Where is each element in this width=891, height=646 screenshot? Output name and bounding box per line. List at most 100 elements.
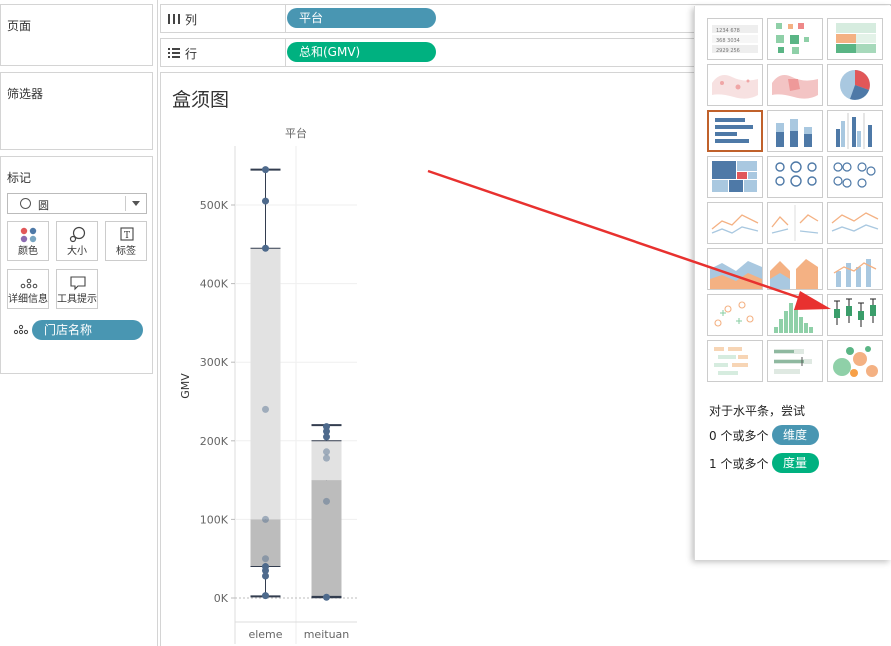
show-me-treemap[interactable] xyxy=(707,156,763,198)
rows-icon xyxy=(168,48,180,58)
text-table-icon: 1234 678 368 3034 2929 256 xyxy=(712,25,758,54)
highlight-table-icon xyxy=(836,23,876,53)
left-panel-divider xyxy=(157,0,158,646)
show-me-gantt-chart[interactable] xyxy=(707,340,763,382)
detail-button-label: 详细信息 xyxy=(8,294,48,305)
box-plot-chart: 平台 GMV 0K 100K 200K 300K 400K 500K eleme meitu… xyxy=(179,126,357,644)
size-button-label: 大小 xyxy=(67,246,87,257)
data-point xyxy=(262,405,269,413)
stacked-bars-icon xyxy=(776,119,812,147)
columns-icon xyxy=(168,14,180,24)
shelf-divider xyxy=(285,39,286,66)
show-me-pie-chart[interactable] xyxy=(827,64,883,106)
filters-title: 筛选器 xyxy=(7,87,44,101)
show-me-circle-views[interactable] xyxy=(767,156,823,198)
show-me-side-by-side-circles[interactable] xyxy=(827,156,883,198)
dual-combination-icon xyxy=(833,259,877,287)
show-me-heat-map[interactable] xyxy=(767,18,823,60)
show-me-horizontal-bars[interactable] xyxy=(707,110,763,152)
dropdown-divider xyxy=(125,196,126,211)
tooltip-button-label: 工具提示 xyxy=(57,294,97,305)
data-point xyxy=(323,497,330,505)
mark-type-label: 圆 xyxy=(38,199,49,212)
circle-icon xyxy=(20,198,31,209)
y-tick-label: 300K xyxy=(200,356,229,369)
show-me-panel: 1234 678 368 3034 2929 256 对于水平条，尝试 0 个或多个… xyxy=(694,6,891,560)
show-me-histogram[interactable] xyxy=(767,294,823,336)
show-me-symbol-map[interactable] xyxy=(707,64,763,106)
data-point xyxy=(262,555,269,563)
columns-pill-platform[interactable]: 平台 xyxy=(287,8,436,28)
show-me-filled-map[interactable] xyxy=(767,64,823,106)
side-by-side-bars-icon xyxy=(836,113,872,149)
gantt-chart-icon xyxy=(714,347,748,375)
treemap-icon xyxy=(712,161,757,192)
symbol-map-icon xyxy=(712,75,758,99)
show-me-dual-lines[interactable] xyxy=(827,202,883,244)
y-tick-label: 200K xyxy=(200,435,229,448)
lines-discrete-icon xyxy=(771,205,819,241)
data-point xyxy=(323,448,330,456)
lines-continuous-icon xyxy=(711,214,759,234)
column-header: 平台 xyxy=(285,126,307,140)
show-me-stacked-bars[interactable] xyxy=(767,110,823,152)
show-me-lines-continuous[interactable] xyxy=(707,202,763,244)
svg-text:368 3034: 368 3034 xyxy=(716,38,740,44)
chevron-down-icon xyxy=(132,201,140,206)
detail-button[interactable]: 详细信息 xyxy=(7,269,49,309)
show-me-area-continuous[interactable] xyxy=(707,248,763,290)
show-me-area-discrete[interactable] xyxy=(767,248,823,290)
dimension-hint-prefix: 0 个或多个 xyxy=(709,429,769,443)
dual-lines-icon xyxy=(831,212,879,232)
label-button-label: 标签 xyxy=(116,246,136,257)
size-button[interactable]: 大小 xyxy=(56,221,98,261)
pages-card[interactable]: 页面 xyxy=(0,4,153,66)
scatter-plot-icon xyxy=(714,301,754,327)
histogram-icon xyxy=(774,303,813,333)
show-me-box-and-whisker[interactable] xyxy=(827,294,883,336)
data-point xyxy=(323,593,330,601)
show-me-lines-discrete[interactable] xyxy=(767,202,823,244)
x-tick-label: eleme xyxy=(248,628,282,641)
filters-card[interactable]: 筛选器 xyxy=(0,72,153,150)
pages-title: 页面 xyxy=(7,19,32,33)
heat-map-icon xyxy=(776,23,809,54)
filled-map-icon xyxy=(772,75,818,99)
box-lower-half xyxy=(311,480,342,597)
data-point xyxy=(262,166,269,174)
detail-field-pill[interactable]: 门店名称 xyxy=(32,320,143,340)
show-me-dual-combination[interactable] xyxy=(827,248,883,290)
show-me-bullet-graph[interactable] xyxy=(767,340,823,382)
view-title: 盒须图 xyxy=(172,89,230,111)
label-button[interactable]: T 标签 xyxy=(105,221,147,261)
data-point xyxy=(323,454,330,462)
tooltip-button[interactable]: 工具提示 xyxy=(56,269,98,309)
horizontal-bars-icon xyxy=(715,118,753,143)
box-upper-half xyxy=(250,248,281,520)
color-button[interactable]: 颜色 xyxy=(7,221,49,261)
y-axis: 0K 100K 200K 300K 400K 500K xyxy=(200,146,236,644)
show-me-side-by-side-bars[interactable] xyxy=(827,110,883,152)
dimension-pill: 维度 xyxy=(772,425,819,445)
bullet-graph-icon xyxy=(774,349,812,374)
box-and-whisker-icon xyxy=(834,298,876,327)
circle-views-icon xyxy=(775,161,817,187)
y-axis-label: GMV xyxy=(179,373,192,399)
area-continuous-icon xyxy=(710,261,762,289)
data-point xyxy=(262,515,269,523)
packed-bubbles-icon xyxy=(833,346,878,377)
measure-hint-prefix: 1 个或多个 xyxy=(709,457,769,471)
mark-type-dropdown[interactable]: 圆 xyxy=(7,193,147,214)
x-tick-label: meituan xyxy=(304,628,350,641)
data-point xyxy=(262,244,269,252)
show-me-text-table[interactable]: 1234 678 368 3034 2929 256 xyxy=(707,18,763,60)
svg-text:T: T xyxy=(124,231,130,241)
y-tick-label: 0K xyxy=(214,592,229,605)
rows-pill-gmv[interactable]: 总和(GMV) xyxy=(287,42,436,62)
show-me-scatter-plot[interactable] xyxy=(707,294,763,336)
show-me-highlight-table[interactable] xyxy=(827,18,883,60)
data-point xyxy=(262,572,269,580)
area-discrete-icon xyxy=(770,259,818,289)
show-me-packed-bubbles[interactable] xyxy=(827,340,883,382)
data-point xyxy=(262,592,269,600)
